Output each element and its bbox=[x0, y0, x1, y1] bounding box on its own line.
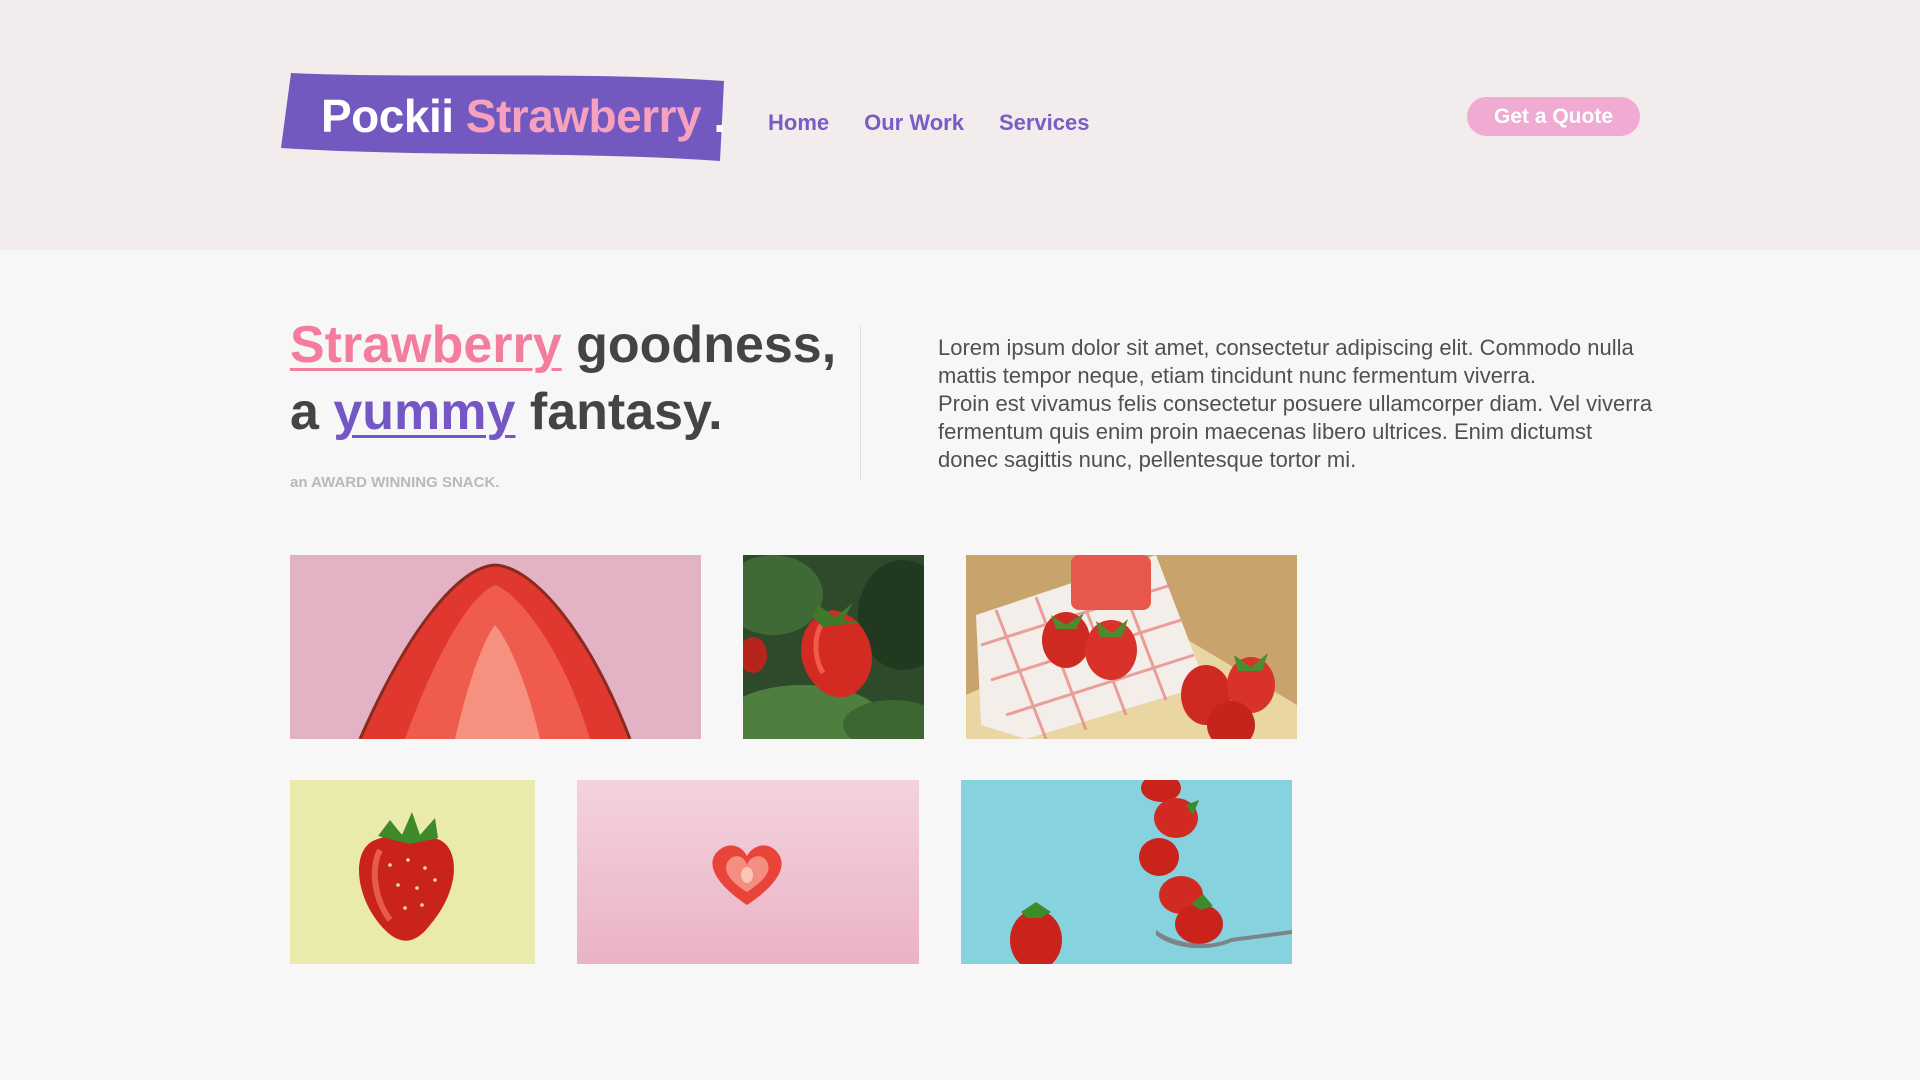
nav-item-services[interactable]: Services bbox=[999, 110, 1090, 136]
brand-logo[interactable]: Pockii Strawberry . bbox=[281, 73, 726, 163]
headline-text-1: goodness, bbox=[561, 316, 837, 374]
gallery-image-strawberry-half[interactable] bbox=[290, 555, 701, 739]
nav-item-our-work[interactable]: Our Work bbox=[864, 110, 964, 136]
hero-tagline: an AWARD WINNING SNACK. bbox=[290, 474, 500, 491]
gallery-image-heart-strawberry[interactable] bbox=[577, 780, 919, 964]
gallery-image-strawberry-yellow[interactable] bbox=[290, 780, 535, 964]
headline-text-2: a bbox=[290, 383, 334, 441]
hero-paragraph-2: Proin est vivamus felis consectetur posu… bbox=[938, 391, 1653, 472]
gallery-image-strawberries-cloth[interactable] bbox=[966, 555, 1297, 739]
get-a-quote-button[interactable]: Get a Quote bbox=[1467, 97, 1640, 136]
main-nav: Home Our Work Services bbox=[768, 110, 1089, 136]
hero-headline: Strawberry goodness, a yummy fantasy. bbox=[290, 312, 836, 446]
hero-paragraph-1: Lorem ipsum dolor sit amet, consectetur … bbox=[938, 335, 1634, 388]
brand-name-part2: Strawberry bbox=[465, 90, 702, 142]
headline-highlight-yummy: yummy bbox=[333, 383, 516, 441]
brand-name-suffix: . bbox=[713, 90, 726, 142]
gallery-image-strawberry-plant[interactable] bbox=[743, 555, 924, 739]
hero-divider bbox=[860, 326, 861, 480]
brand-name: Pockii Strawberry . bbox=[321, 89, 726, 143]
hero-description: Lorem ipsum dolor sit amet, consectetur … bbox=[938, 334, 1658, 474]
site-header: Pockii Strawberry . Home Our Work Servic… bbox=[0, 0, 1920, 250]
headline-highlight-strawberry: Strawberry bbox=[290, 316, 562, 374]
headline-text-3: fantasy. bbox=[515, 383, 723, 441]
gallery-image-falling-strawberries[interactable] bbox=[961, 780, 1292, 964]
nav-item-home[interactable]: Home bbox=[768, 110, 829, 136]
brand-name-part1: Pockii bbox=[321, 90, 454, 142]
